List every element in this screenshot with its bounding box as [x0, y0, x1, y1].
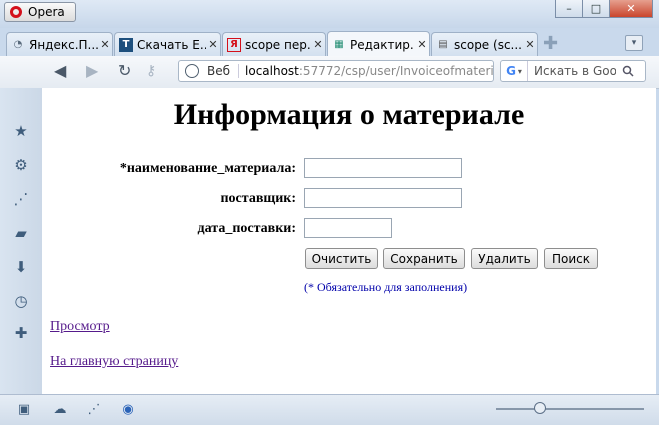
opera-sidebar: ★ ⚙ ⋰ ▰ ⬇ ◷ ✚ — [0, 88, 42, 394]
opera-menu-label: Opera — [28, 5, 65, 19]
back-arrow-icon[interactable]: ◀ — [54, 62, 66, 80]
tab-scope-page[interactable]: ▤ scope (sc... ✕ — [431, 32, 538, 56]
google-icon[interactable]: G ▾ — [501, 61, 528, 81]
save-button[interactable]: Сохранить — [383, 248, 465, 269]
supplier-input[interactable] — [304, 188, 462, 208]
gear-icon[interactable]: ⚙ — [12, 156, 30, 174]
close-window-button[interactable]: ✕ — [609, 0, 653, 18]
tab-close-icon[interactable]: ✕ — [311, 38, 325, 51]
tab-download[interactable]: T Скачать E... ✕ — [114, 32, 221, 56]
yandex-icon: Я — [227, 37, 241, 52]
material-name-input[interactable] — [304, 158, 462, 178]
delivery-date-input[interactable] — [304, 218, 392, 238]
page-icon: ▤ — [438, 39, 448, 50]
title-bar: Opera – □ ✕ — [0, 0, 659, 28]
tab-label: Редактир... — [350, 37, 415, 52]
notes-icon[interactable]: ▰ — [12, 224, 30, 242]
clear-button[interactable]: Очистить — [305, 248, 378, 269]
supplier-label: поставщик: — [220, 191, 296, 206]
page-title: Информация о материале — [173, 98, 525, 131]
tab-menu-icon[interactable]: ▾ — [625, 35, 643, 51]
tab-close-icon[interactable]: ✕ — [206, 38, 220, 51]
forward-arrow-icon[interactable]: ▶ — [86, 62, 98, 80]
tab-label: scope пер... — [245, 37, 311, 52]
reload-icon[interactable]: ↻ — [118, 62, 131, 80]
search-input[interactable] — [528, 63, 618, 79]
loading-icon: ◔ — [13, 39, 23, 50]
star-icon[interactable]: ★ — [12, 122, 30, 140]
status-bar: ▣ ☁ ⋰ ◉ — [0, 394, 659, 425]
t-app-icon: T — [119, 37, 133, 52]
window-controls: – □ ✕ — [555, 0, 653, 18]
delete-button[interactable]: Удалить — [471, 248, 538, 269]
url-path: :57772/csp/user/InvoiceofmaterialEd — [298, 64, 494, 78]
downloads-icon[interactable]: ⬇ — [12, 258, 30, 276]
web-label: Веб — [207, 64, 240, 78]
key-icon[interactable]: ⚷ — [146, 62, 156, 80]
opera-logo-icon — [10, 6, 22, 18]
maximize-button[interactable]: □ — [582, 0, 610, 18]
tab-yandex[interactable]: ◔ Яндекс.П... ✕ — [6, 32, 113, 56]
view-link[interactable]: Просмотр — [50, 319, 110, 335]
tab-editor-active[interactable]: ▦ Редактир... ✕ — [327, 31, 430, 57]
delivery-date-label: дата_поставки: — [197, 221, 296, 236]
add-panel-icon[interactable]: ✚ — [12, 324, 30, 342]
search-icon[interactable] — [618, 61, 638, 81]
tab-scope-search[interactable]: Я scope пер... ✕ — [222, 32, 326, 56]
grid-icon: ▦ — [334, 39, 344, 50]
address-toolbar: ◀ ▶ ↻ ⚷ Веб localhost:57772/csp/user/Inv… — [0, 56, 659, 89]
tab-close-icon[interactable]: ✕ — [98, 38, 112, 51]
unite-icon[interactable]: ⋰ — [12, 190, 30, 208]
zoom-slider[interactable] — [496, 408, 644, 410]
globe-icon — [185, 64, 199, 78]
page-content: Информация о материале *наименование_мат… — [42, 88, 656, 394]
cloud-icon[interactable]: ☁ — [52, 401, 68, 417]
unite-status-icon[interactable]: ⋰ — [86, 401, 102, 417]
url-field[interactable]: Веб localhost:57772/csp/user/Invoiceofma… — [178, 60, 494, 82]
zoom-slider-handle[interactable] — [534, 402, 546, 414]
new-tab-icon[interactable]: ✚ — [543, 35, 558, 53]
material-name-label: *наименование_материала: — [119, 161, 296, 176]
tab-label: Скачать E... — [137, 37, 206, 52]
home-link[interactable]: На главную страницу — [50, 354, 178, 370]
url-host: localhost — [245, 64, 299, 78]
search-box[interactable]: G ▾ — [500, 60, 646, 82]
tab-label: Яндекс.П... — [29, 37, 98, 52]
tab-label: scope (sc... — [454, 37, 522, 52]
tab-close-icon[interactable]: ✕ — [415, 38, 429, 51]
required-fields-note: (* Обязательно для заполнения) — [304, 280, 468, 294]
search-button[interactable]: Поиск — [544, 248, 598, 269]
panel-toggle-icon[interactable]: ▣ — [16, 401, 32, 417]
tab-bar: ◔ Яндекс.П... ✕ T Скачать E... ✕ Я scope… — [0, 30, 659, 57]
minimize-button[interactable]: – — [555, 0, 583, 18]
history-clock-icon[interactable]: ◷ — [12, 292, 30, 310]
opera-menu-button[interactable]: Opera — [4, 2, 76, 22]
turbo-icon[interactable]: ◉ — [120, 401, 136, 417]
tab-close-icon[interactable]: ✕ — [523, 38, 537, 51]
